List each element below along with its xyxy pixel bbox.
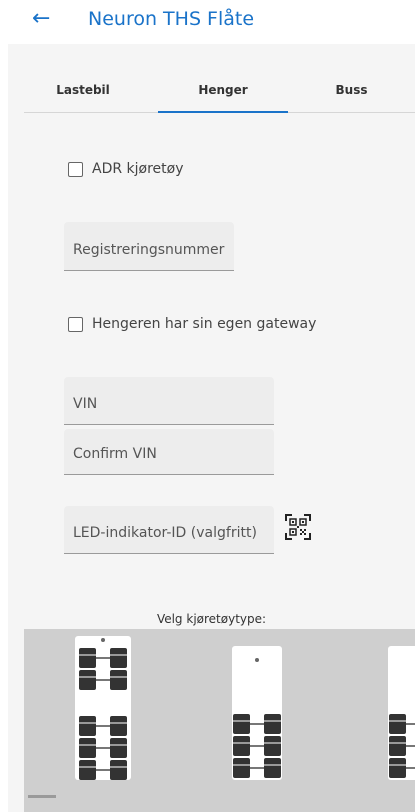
vehicle-tabs: Lastebil Henger Buss bbox=[24, 76, 415, 113]
tab-lastebil[interactable]: Lastebil bbox=[24, 76, 142, 113]
axle bbox=[79, 738, 127, 758]
app-bar: ← Neuron THS Flåte bbox=[0, 0, 415, 44]
axle bbox=[389, 714, 415, 734]
vehicle-option-trailer-dolly[interactable] bbox=[75, 636, 131, 780]
arrow-left-icon[interactable]: ← bbox=[32, 4, 50, 34]
axle bbox=[233, 758, 281, 778]
vehicle-option-trailer-partial[interactable] bbox=[388, 646, 415, 780]
carousel-scrollbar[interactable] bbox=[28, 795, 56, 798]
vehicle-type-carousel[interactable] bbox=[24, 629, 415, 812]
tab-henger[interactable]: Henger bbox=[158, 76, 288, 113]
adr-checkbox-row[interactable]: ADR kjøretøy bbox=[68, 161, 184, 177]
vehicle-option-semi-trailer[interactable] bbox=[232, 646, 282, 780]
axle bbox=[79, 648, 127, 668]
axle bbox=[389, 736, 415, 756]
axle bbox=[389, 758, 415, 778]
adr-label: ADR kjøretøy bbox=[92, 161, 184, 177]
registration-number-field[interactable]: Registreringsnummer bbox=[64, 222, 234, 271]
tab-buss[interactable]: Buss bbox=[288, 76, 415, 113]
confirm-vin-label: Confirm VIN bbox=[73, 446, 157, 462]
page-title: Neuron THS Flåte bbox=[88, 8, 255, 30]
led-indicator-id-label: LED-indikator-ID (valgfritt) bbox=[73, 525, 257, 541]
led-indicator-id-field[interactable]: LED-indikator-ID (valgfritt) bbox=[64, 506, 274, 554]
gateway-checkbox-row[interactable]: Hengeren har sin egen gateway bbox=[68, 316, 316, 332]
vin-field[interactable]: VIN bbox=[64, 377, 274, 425]
axle bbox=[79, 670, 127, 690]
gateway-checkbox[interactable] bbox=[68, 316, 83, 332]
axle bbox=[233, 714, 281, 734]
axle bbox=[79, 760, 127, 780]
adr-checkbox[interactable] bbox=[68, 161, 83, 177]
kingpin-point bbox=[255, 658, 259, 662]
vin-label: VIN bbox=[73, 396, 98, 412]
qr-code-scan-icon[interactable] bbox=[285, 514, 311, 540]
hitch-point bbox=[101, 638, 105, 642]
registration-number-label: Registreringsnummer bbox=[73, 242, 225, 258]
form-panel: Lastebil Henger Buss ADR kjøretøy Regist… bbox=[8, 44, 415, 812]
axle bbox=[79, 716, 127, 736]
confirm-vin-field[interactable]: Confirm VIN bbox=[64, 429, 274, 475]
axle bbox=[233, 736, 281, 756]
gateway-label: Hengeren har sin egen gateway bbox=[92, 316, 317, 332]
vehicle-type-label: Velg kjøretøytype: bbox=[156, 612, 267, 626]
